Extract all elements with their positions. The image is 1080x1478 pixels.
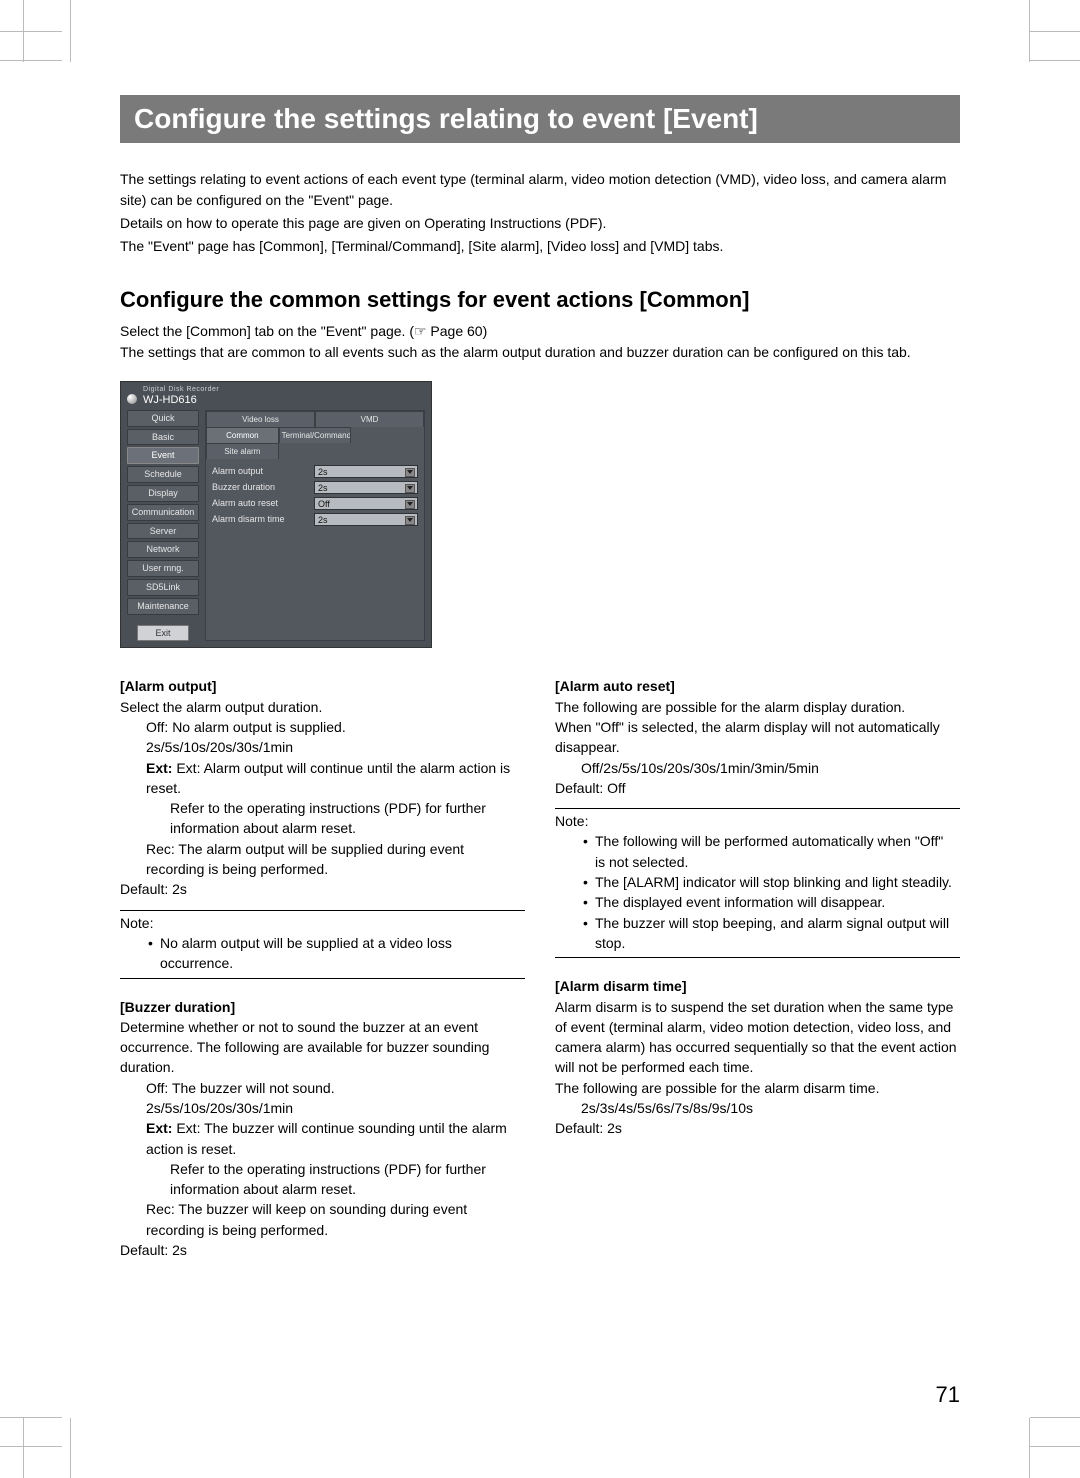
page-number: 71 <box>936 1382 960 1408</box>
body-text: The following are possible for the alarm… <box>555 1078 960 1098</box>
device-model: WJ-HD616 <box>143 394 219 406</box>
item-title: [Alarm output] <box>120 676 525 696</box>
manual-page: Configure the settings relating to event… <box>0 0 1080 1478</box>
alarm-auto-reset-select[interactable]: Off <box>314 497 418 510</box>
tab-terminal-command[interactable]: Terminal/Command alarm <box>279 427 352 443</box>
sidebar-item-quick[interactable]: Quick <box>127 410 199 427</box>
setting-label: Alarm output <box>212 466 308 476</box>
setting-label: Alarm disarm time <box>212 514 308 524</box>
item-title: [Buzzer duration] <box>120 997 525 1017</box>
description-columns: [Alarm output] Select the alarm output d… <box>120 676 960 1260</box>
body-text: Rec: The buzzer will keep on sounding du… <box>120 1199 525 1240</box>
body-text: Select the alarm output duration. <box>120 697 525 717</box>
sidebar-item-communication[interactable]: Communication <box>127 504 199 521</box>
sidebar-item-basic[interactable]: Basic <box>127 429 199 446</box>
select-value: Off <box>318 499 330 509</box>
select-value: 2s <box>318 483 328 493</box>
body-text: When "Off" is selected, the alarm displa… <box>555 717 960 758</box>
chevron-down-icon <box>407 502 413 506</box>
body-text: Ext: Ext: Alarm output will continue unt… <box>120 758 525 799</box>
chevron-down-icon <box>407 486 413 490</box>
exit-button[interactable]: Exit <box>137 625 189 642</box>
panel-body: Alarm output 2s Buzzer duration 2s Alarm… <box>206 459 424 641</box>
setting-label: Alarm auto reset <box>212 498 308 508</box>
sidebar-item-display[interactable]: Display <box>127 485 199 502</box>
tab-video-loss[interactable]: Video loss <box>206 411 315 427</box>
section-heading: Configure the common settings for event … <box>120 287 960 313</box>
note-list: The following will be performed automati… <box>555 831 960 953</box>
default-value: Default: Off <box>555 778 960 798</box>
setting-row: Alarm disarm time 2s <box>212 513 418 526</box>
column-right: [Alarm auto reset] The following are pos… <box>555 676 960 1260</box>
note-rule <box>555 808 960 809</box>
default-value: Default: 2s <box>555 1118 960 1138</box>
note-item: The buzzer will stop beeping, and alarm … <box>583 913 960 954</box>
sidebar-item-server[interactable]: Server <box>127 523 199 540</box>
section-intro: Select the [Common] tab on the "Event" p… <box>120 321 960 363</box>
tab-vmd[interactable]: VMD <box>315 411 424 427</box>
chevron-down-icon <box>407 470 413 474</box>
item-title: [Alarm disarm time] <box>555 976 960 996</box>
intro-text: The settings relating to event actions o… <box>120 169 960 257</box>
note-list: No alarm output will be supplied at a vi… <box>120 933 525 974</box>
embedded-screenshot: Digital Disk Recorder WJ-HD616 Quick Bas… <box>120 381 432 648</box>
settings-panel: Video loss VMD Common Terminal/Command a… <box>205 410 425 642</box>
sidebar: Quick Basic Event Schedule Display Commu… <box>127 410 199 642</box>
intro-line: The settings relating to event actions o… <box>120 169 960 211</box>
body-text: Off: No alarm output is supplied. <box>120 717 525 737</box>
device-subtitle: Digital Disk Recorder <box>143 386 219 394</box>
note-label: Note: <box>120 913 525 933</box>
setting-row: Alarm auto reset Off <box>212 497 418 510</box>
device-logo-icon <box>127 394 137 404</box>
body-text: 2s/5s/10s/20s/30s/1min <box>120 737 525 757</box>
note-item: The displayed event information will dis… <box>583 892 960 912</box>
body-text: Ext: Ext: The buzzer will continue sound… <box>120 1118 525 1159</box>
body-text: Refer to the operating instructions (PDF… <box>120 798 525 839</box>
select-value: 2s <box>318 467 328 477</box>
intro-line: Details on how to operate this page are … <box>120 213 960 234</box>
body-text: The following are possible for the alarm… <box>555 697 960 717</box>
sidebar-item-schedule[interactable]: Schedule <box>127 466 199 483</box>
chevron-down-icon <box>407 518 413 522</box>
item-title: [Alarm auto reset] <box>555 676 960 696</box>
body-text: Alarm disarm is to suspend the set durat… <box>555 997 960 1078</box>
setting-label: Buzzer duration <box>212 482 308 492</box>
setting-row: Buzzer duration 2s <box>212 481 418 494</box>
section-intro-line: Select the [Common] tab on the "Event" p… <box>120 321 960 342</box>
sidebar-item-user-mng[interactable]: User mng. <box>127 560 199 577</box>
note-rule <box>555 957 960 958</box>
note-item: The following will be performed automati… <box>583 831 960 872</box>
note-rule <box>120 978 525 979</box>
select-value: 2s <box>318 515 328 525</box>
section-intro-line: The settings that are common to all even… <box>120 342 960 363</box>
intro-line: The "Event" page has [Common], [Terminal… <box>120 236 960 257</box>
alarm-output-select[interactable]: 2s <box>314 465 418 478</box>
tab-common[interactable]: Common <box>206 427 279 443</box>
sidebar-item-maintenance[interactable]: Maintenance <box>127 598 199 615</box>
tab-site-alarm[interactable]: Site alarm <box>206 443 279 459</box>
note-item: No alarm output will be supplied at a vi… <box>148 933 525 974</box>
body-text: Determine whether or not to sound the bu… <box>120 1017 525 1078</box>
sidebar-item-network[interactable]: Network <box>127 541 199 558</box>
column-left: [Alarm output] Select the alarm output d… <box>120 676 525 1260</box>
body-text: 2s/3s/4s/5s/6s/7s/8s/9s/10s <box>555 1098 960 1118</box>
note-item: The [ALARM] indicator will stop blinking… <box>583 872 960 892</box>
default-value: Default: 2s <box>120 1240 525 1260</box>
default-value: Default: 2s <box>120 879 525 899</box>
buzzer-duration-select[interactable]: 2s <box>314 481 418 494</box>
body-text: Refer to the operating instructions (PDF… <box>120 1159 525 1200</box>
body-text: 2s/5s/10s/20s/30s/1min <box>120 1098 525 1118</box>
page-title-banner: Configure the settings relating to event… <box>120 95 960 143</box>
setting-row: Alarm output 2s <box>212 465 418 478</box>
note-label: Note: <box>555 811 960 831</box>
sidebar-item-event[interactable]: Event <box>127 447 199 464</box>
sidebar-item-sd5link[interactable]: SD5Link <box>127 579 199 596</box>
body-text: Rec: The alarm output will be supplied d… <box>120 839 525 880</box>
note-rule <box>120 910 525 911</box>
body-text: Off/2s/5s/10s/20s/30s/1min/3min/5min <box>555 758 960 778</box>
body-text: Off: The buzzer will not sound. <box>120 1078 525 1098</box>
alarm-disarm-time-select[interactable]: 2s <box>314 513 418 526</box>
tab-bar: Video loss VMD Common Terminal/Command a… <box>206 411 424 459</box>
